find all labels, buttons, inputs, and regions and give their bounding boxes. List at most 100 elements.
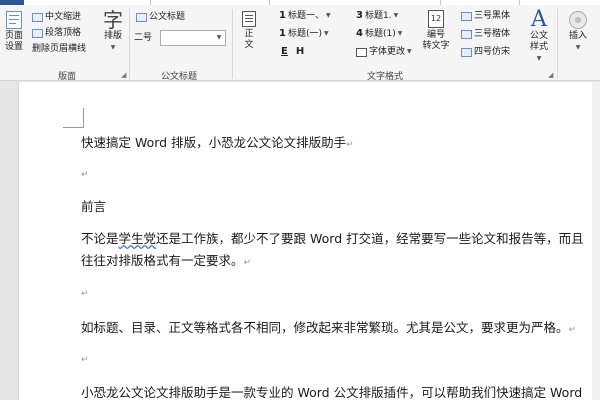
delete-header-line-label: 删除页眉横线: [32, 44, 87, 54]
typeset-icon: 字: [103, 8, 123, 32]
group-divider: [232, 9, 233, 79]
title-style-icon: [136, 12, 147, 22]
spellcheck-flagged-word[interactable]: 学生党: [119, 231, 157, 246]
heading4-number: 4: [356, 28, 363, 39]
size4-fang-label: 四号仿宋: [474, 47, 511, 57]
chevron-down-icon: ▼: [325, 12, 331, 19]
paragraph-mark: ↵: [81, 170, 89, 180]
page-setup-icon: [6, 11, 22, 29]
typeset-label: 排版: [103, 31, 122, 41]
doc-style-button[interactable]: A 公文 样式 ▼: [526, 9, 552, 64]
doc-style-label-1: 公文: [529, 31, 548, 41]
paragraph-1-line-1[interactable]: 不论是学生党还是工作族，都少不了要跟 Word 打交道，经常要写一些论文和报告等…: [81, 228, 584, 247]
heading4-button[interactable]: 4 标题(1) ▼: [356, 28, 402, 40]
style-a-icon: A: [531, 7, 547, 32]
para3-text: 小恐龙公文论文排版助手是一款专业的 Word 公文排版插件，可以帮助我们快速搞定…: [81, 385, 583, 400]
paragraph-3[interactable]: 小恐龙公文论文排版助手是一款专业的 Word 公文排版插件，可以帮助我们快速搞定…: [81, 382, 582, 400]
size4-fang-button[interactable]: 四号仿宋: [461, 46, 510, 58]
title-size-select[interactable]: ▼: [160, 30, 226, 46]
chevron-down-icon: ▼: [407, 48, 412, 55]
style-icon: [461, 29, 472, 39]
doc-title-style-label: 公文标题: [149, 12, 186, 22]
numbering-label-2: 转文字: [422, 41, 450, 51]
heading2-label: 标题(一): [287, 29, 322, 39]
size3-black-button[interactable]: 三号黑体: [461, 10, 510, 22]
chinese-indent-button[interactable]: 中文缩进: [32, 11, 81, 23]
doc-title-style-button[interactable]: 公文标题: [136, 11, 185, 23]
paragraph-grid-label: 段落顶格: [45, 28, 82, 38]
format-icon-h[interactable]: H: [296, 46, 304, 58]
para1-line2-text: 往往对排版格式有一定要求。: [81, 253, 244, 268]
delete-header-line-button[interactable]: 删除页眉横线: [32, 43, 86, 55]
body-text-label-2: 文: [244, 40, 254, 50]
dialog-launcher-icon[interactable]: ◢: [548, 71, 553, 79]
body-text-icon: [242, 11, 256, 27]
chevron-down-icon: ▼: [397, 30, 403, 37]
preface-heading-text: 前言: [81, 199, 107, 214]
insert-icon: [569, 11, 587, 29]
doc-title-line[interactable]: 快速搞定 Word 排版，小恐龙公文论文排版助手↵: [81, 132, 354, 151]
empty-paragraph[interactable]: ↵: [81, 350, 89, 365]
indent-icon: [32, 12, 43, 22]
body-text-label-1: 正: [244, 29, 254, 39]
chevron-down-icon: ▼: [536, 55, 542, 62]
heading3-number: 3: [356, 10, 363, 21]
font-change-icon: [356, 47, 367, 57]
doc-title-group-label: 公文标题: [161, 72, 198, 82]
paragraph-mark: ↵: [81, 289, 89, 299]
paragraph-grid-button[interactable]: 段落顶格: [32, 27, 81, 39]
heading1-button[interactable]: 1 标题一、 ▼: [279, 10, 331, 22]
typeset-button[interactable]: 字 排版 ▼: [100, 9, 126, 53]
paragraph-icon: [32, 28, 43, 38]
document-page[interactable]: 快速搞定 Word 排版，小恐龙公文论文排版助手↵ ↵ 前言 不论是学生党还是工…: [18, 82, 592, 400]
group-divider: [129, 9, 130, 79]
insert-button[interactable]: 插入 ▼: [562, 11, 594, 53]
page-setup-label-1: 页面: [4, 31, 23, 41]
insert-label: 插入: [568, 31, 587, 41]
paragraph-1-line-2[interactable]: 往往对排版格式有一定要求。↵: [81, 250, 251, 269]
font-change-button[interactable]: 字体更改 ▼: [356, 46, 412, 58]
heading1-label: 标题一、: [287, 11, 324, 21]
doc-style-label-2: 样式: [529, 42, 548, 52]
size3-kai-label: 三号楷体: [474, 29, 511, 39]
dialog-launcher-icon[interactable]: ◢: [121, 71, 126, 79]
size3-black-label: 三号黑体: [474, 11, 511, 21]
heading4-label: 标题(1): [364, 29, 396, 39]
numbering-label-1: 编号: [426, 30, 445, 40]
chevron-down-icon: ▼: [393, 12, 399, 19]
para1-text-after: 还是工作族，都少不了要跟 Word 打交道，经常要写一些论文和报告等，而且: [156, 231, 584, 246]
heading2-button[interactable]: 1 标题(一) ▼: [279, 28, 329, 40]
chevron-down-icon[interactable]: ▼: [213, 31, 225, 45]
font-change-label: 字体更改: [369, 47, 406, 57]
para2-text: 如标题、目录、正文等格式各不相同，修改起来非常繁琐。尤其是公文，要求更为严格。: [81, 320, 569, 335]
ribbon: 页面 设置 中文缩进 段落顶格 删除页眉横线 字 排版 ▼ 版面 ◢ 公文标题 …: [0, 5, 600, 82]
paragraph-mark: ↵: [346, 140, 354, 150]
paragraph-mark: ↵: [568, 325, 577, 335]
paragraph-mark: ↵: [81, 355, 89, 365]
heading-extra-buttons: E H: [281, 46, 304, 58]
empty-paragraph[interactable]: ↵: [81, 165, 89, 180]
numbering-to-text-button[interactable]: 12 编号 转文字: [420, 10, 452, 52]
page-setup-button[interactable]: 页面 设置: [2, 11, 26, 53]
format-icon-e[interactable]: E: [281, 46, 288, 58]
style-icon: [461, 11, 472, 21]
paragraph-2[interactable]: 如标题、目录、正文等格式各不相同，修改起来非常繁琐。尤其是公文，要求更为严格。↵: [81, 317, 576, 336]
page-setup-label-2: 设置: [4, 42, 23, 52]
vertical-scrollbar[interactable]: [592, 82, 600, 400]
layout-group-label: 版面: [58, 72, 77, 82]
heading2-number: 1: [279, 28, 286, 39]
heading3-label: 标题1.: [364, 11, 392, 21]
margin-corner-mark: [63, 127, 83, 128]
size3-kai-button[interactable]: 三号楷体: [461, 28, 510, 40]
style-icon: [461, 47, 472, 57]
preface-heading[interactable]: 前言: [81, 196, 106, 215]
body-text-button[interactable]: 正 文: [238, 11, 260, 51]
numbering-icon: 12: [428, 10, 444, 28]
heading1-number: 1: [279, 10, 286, 21]
paragraph-mark: ↵: [243, 258, 252, 268]
empty-paragraph[interactable]: ↵: [81, 284, 89, 299]
para1-text-before: 不论是: [81, 231, 119, 246]
doc-title-text: 快速搞定 Word 排版，小恐龙公文论文排版助手: [81, 135, 347, 150]
heading3-button[interactable]: 3 标题1. ▼: [356, 10, 398, 22]
chevron-down-icon: ▼: [575, 44, 581, 51]
